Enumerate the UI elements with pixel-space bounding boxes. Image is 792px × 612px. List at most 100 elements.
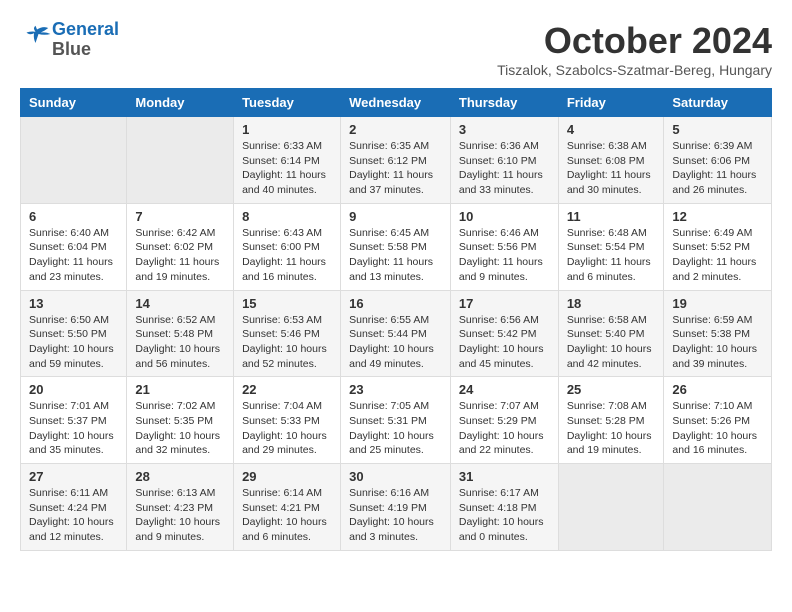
day-info: Sunrise: 6:42 AMSunset: 6:02 PMDaylight:… bbox=[135, 226, 225, 285]
calendar-cell: 27 Sunrise: 6:11 AMSunset: 4:24 PMDayligh… bbox=[21, 464, 127, 551]
day-number: 25 bbox=[567, 382, 656, 397]
day-info: Sunrise: 7:10 AMSunset: 5:26 PMDaylight:… bbox=[672, 399, 763, 458]
week-row-4: 20Sunrise: 7:01 AMSunset: 5:37 PMDayligh… bbox=[21, 377, 772, 464]
day-number: 17 bbox=[459, 296, 550, 311]
calendar-cell: 3 Sunrise: 6:36 AMSunset: 6:10 PMDaylight… bbox=[450, 117, 558, 204]
calendar-table: Sunday Monday Tuesday Wednesday Thursday… bbox=[20, 88, 772, 551]
logo-bird-icon bbox=[22, 22, 52, 52]
day-info: Sunrise: 6:56 AMSunset: 5:42 PMDaylight:… bbox=[459, 313, 550, 372]
col-sunday: Sunday bbox=[21, 89, 127, 117]
day-number: 13 bbox=[29, 296, 118, 311]
day-info: Sunrise: 6:39 AMSunset: 6:06 PMDaylight:… bbox=[672, 139, 763, 198]
week-row-2: 6 Sunrise: 6:40 AMSunset: 6:04 PMDaylight… bbox=[21, 203, 772, 290]
day-info: Sunrise: 6:45 AMSunset: 5:58 PMDaylight:… bbox=[349, 226, 442, 285]
day-info: Sunrise: 6:43 AMSunset: 6:00 PMDaylight:… bbox=[242, 226, 332, 285]
calendar-cell: 11 Sunrise: 6:48 AMSunset: 5:54 PMDayligh… bbox=[558, 203, 664, 290]
day-info: Sunrise: 6:58 AMSunset: 5:40 PMDaylight:… bbox=[567, 313, 656, 372]
calendar-cell: 14Sunrise: 6:52 AMSunset: 5:48 PMDayligh… bbox=[127, 290, 234, 377]
logo-text: General Blue bbox=[52, 20, 119, 60]
calendar-cell bbox=[127, 117, 234, 204]
day-info: Sunrise: 7:05 AMSunset: 5:31 PMDaylight:… bbox=[349, 399, 442, 458]
calendar-cell: 23 Sunrise: 7:05 AMSunset: 5:31 PMDayligh… bbox=[341, 377, 451, 464]
calendar-cell: 22 Sunrise: 7:04 AMSunset: 5:33 PMDayligh… bbox=[234, 377, 341, 464]
day-number: 12 bbox=[672, 209, 763, 224]
month-title: October 2024 bbox=[497, 20, 772, 62]
calendar-cell: 29Sunrise: 6:14 AMSunset: 4:21 PMDayligh… bbox=[234, 464, 341, 551]
day-info: Sunrise: 7:04 AMSunset: 5:33 PMDaylight:… bbox=[242, 399, 332, 458]
day-info: Sunrise: 7:07 AMSunset: 5:29 PMDaylight:… bbox=[459, 399, 550, 458]
day-info: Sunrise: 6:33 AMSunset: 6:14 PMDaylight:… bbox=[242, 139, 332, 198]
day-number: 19 bbox=[672, 296, 763, 311]
calendar-cell: 17 Sunrise: 6:56 AMSunset: 5:42 PMDayligh… bbox=[450, 290, 558, 377]
logo: General Blue bbox=[20, 20, 119, 60]
day-number: 10 bbox=[459, 209, 550, 224]
day-number: 18 bbox=[567, 296, 656, 311]
calendar-cell: 2 Sunrise: 6:35 AMSunset: 6:12 PMDaylight… bbox=[341, 117, 451, 204]
day-number: 11 bbox=[567, 209, 656, 224]
calendar-cell: 10Sunrise: 6:46 AMSunset: 5:56 PMDayligh… bbox=[450, 203, 558, 290]
calendar-cell: 16 Sunrise: 6:55 AMSunset: 5:44 PMDayligh… bbox=[341, 290, 451, 377]
day-info: Sunrise: 6:36 AMSunset: 6:10 PMDaylight:… bbox=[459, 139, 550, 198]
calendar-cell: 12 Sunrise: 6:49 AMSunset: 5:52 PMDayligh… bbox=[664, 203, 772, 290]
day-number: 2 bbox=[349, 122, 442, 137]
day-info: Sunrise: 6:17 AMSunset: 4:18 PMDaylight:… bbox=[459, 486, 550, 545]
day-number: 22 bbox=[242, 382, 332, 397]
day-number: 30 bbox=[349, 469, 442, 484]
day-number: 28 bbox=[135, 469, 225, 484]
calendar-cell: 26 Sunrise: 7:10 AMSunset: 5:26 PMDayligh… bbox=[664, 377, 772, 464]
page-header: General Blue October 2024 Tiszalok, Szab… bbox=[20, 20, 772, 78]
week-row-5: 27 Sunrise: 6:11 AMSunset: 4:24 PMDayligh… bbox=[21, 464, 772, 551]
day-info: Sunrise: 6:11 AMSunset: 4:24 PMDaylight:… bbox=[29, 486, 118, 545]
day-number: 1 bbox=[242, 122, 332, 137]
calendar-header-row: Sunday Monday Tuesday Wednesday Thursday… bbox=[21, 89, 772, 117]
calendar-body: 1 Sunrise: 6:33 AMSunset: 6:14 PMDaylight… bbox=[21, 117, 772, 551]
day-number: 3 bbox=[459, 122, 550, 137]
calendar-cell: 4Sunrise: 6:38 AMSunset: 6:08 PMDaylight… bbox=[558, 117, 664, 204]
week-row-1: 1 Sunrise: 6:33 AMSunset: 6:14 PMDaylight… bbox=[21, 117, 772, 204]
calendar-cell: 30 Sunrise: 6:16 AMSunset: 4:19 PMDayligh… bbox=[341, 464, 451, 551]
day-number: 6 bbox=[29, 209, 118, 224]
calendar-cell: 5 Sunrise: 6:39 AMSunset: 6:06 PMDaylight… bbox=[664, 117, 772, 204]
day-info: Sunrise: 6:40 AMSunset: 6:04 PMDaylight:… bbox=[29, 226, 118, 285]
day-number: 27 bbox=[29, 469, 118, 484]
calendar-cell: 9 Sunrise: 6:45 AMSunset: 5:58 PMDaylight… bbox=[341, 203, 451, 290]
day-info: Sunrise: 6:35 AMSunset: 6:12 PMDaylight:… bbox=[349, 139, 442, 198]
day-info: Sunrise: 6:16 AMSunset: 4:19 PMDaylight:… bbox=[349, 486, 442, 545]
day-info: Sunrise: 6:59 AMSunset: 5:38 PMDaylight:… bbox=[672, 313, 763, 372]
calendar-cell: 6 Sunrise: 6:40 AMSunset: 6:04 PMDaylight… bbox=[21, 203, 127, 290]
day-info: Sunrise: 6:14 AMSunset: 4:21 PMDaylight:… bbox=[242, 486, 332, 545]
calendar-cell bbox=[558, 464, 664, 551]
calendar-cell bbox=[664, 464, 772, 551]
day-info: Sunrise: 7:01 AMSunset: 5:37 PMDaylight:… bbox=[29, 399, 118, 458]
calendar-cell: 13Sunrise: 6:50 AMSunset: 5:50 PMDayligh… bbox=[21, 290, 127, 377]
calendar-cell: 8 Sunrise: 6:43 AMSunset: 6:00 PMDaylight… bbox=[234, 203, 341, 290]
day-number: 31 bbox=[459, 469, 550, 484]
calendar-cell: 28 Sunrise: 6:13 AMSunset: 4:23 PMDayligh… bbox=[127, 464, 234, 551]
day-info: Sunrise: 6:49 AMSunset: 5:52 PMDaylight:… bbox=[672, 226, 763, 285]
location: Tiszalok, Szabolcs-Szatmar-Bereg, Hungar… bbox=[497, 62, 772, 78]
day-number: 7 bbox=[135, 209, 225, 224]
day-number: 15 bbox=[242, 296, 332, 311]
calendar-cell: 19 Sunrise: 6:59 AMSunset: 5:38 PMDayligh… bbox=[664, 290, 772, 377]
title-area: October 2024 Tiszalok, Szabolcs-Szatmar-… bbox=[497, 20, 772, 78]
calendar-cell: 31 Sunrise: 6:17 AMSunset: 4:18 PMDayligh… bbox=[450, 464, 558, 551]
day-number: 8 bbox=[242, 209, 332, 224]
day-info: Sunrise: 6:52 AMSunset: 5:48 PMDaylight:… bbox=[135, 313, 225, 372]
day-number: 16 bbox=[349, 296, 442, 311]
calendar-cell: 20Sunrise: 7:01 AMSunset: 5:37 PMDayligh… bbox=[21, 377, 127, 464]
day-number: 9 bbox=[349, 209, 442, 224]
day-info: Sunrise: 7:02 AMSunset: 5:35 PMDaylight:… bbox=[135, 399, 225, 458]
col-thursday: Thursday bbox=[450, 89, 558, 117]
col-monday: Monday bbox=[127, 89, 234, 117]
day-number: 5 bbox=[672, 122, 763, 137]
day-info: Sunrise: 6:53 AMSunset: 5:46 PMDaylight:… bbox=[242, 313, 332, 372]
day-info: Sunrise: 7:08 AMSunset: 5:28 PMDaylight:… bbox=[567, 399, 656, 458]
day-info: Sunrise: 6:55 AMSunset: 5:44 PMDaylight:… bbox=[349, 313, 442, 372]
col-friday: Friday bbox=[558, 89, 664, 117]
day-number: 23 bbox=[349, 382, 442, 397]
day-info: Sunrise: 6:48 AMSunset: 5:54 PMDaylight:… bbox=[567, 226, 656, 285]
day-number: 26 bbox=[672, 382, 763, 397]
calendar-cell: 7 Sunrise: 6:42 AMSunset: 6:02 PMDaylight… bbox=[127, 203, 234, 290]
day-info: Sunrise: 6:13 AMSunset: 4:23 PMDaylight:… bbox=[135, 486, 225, 545]
calendar-cell: 21Sunrise: 7:02 AMSunset: 5:35 PMDayligh… bbox=[127, 377, 234, 464]
